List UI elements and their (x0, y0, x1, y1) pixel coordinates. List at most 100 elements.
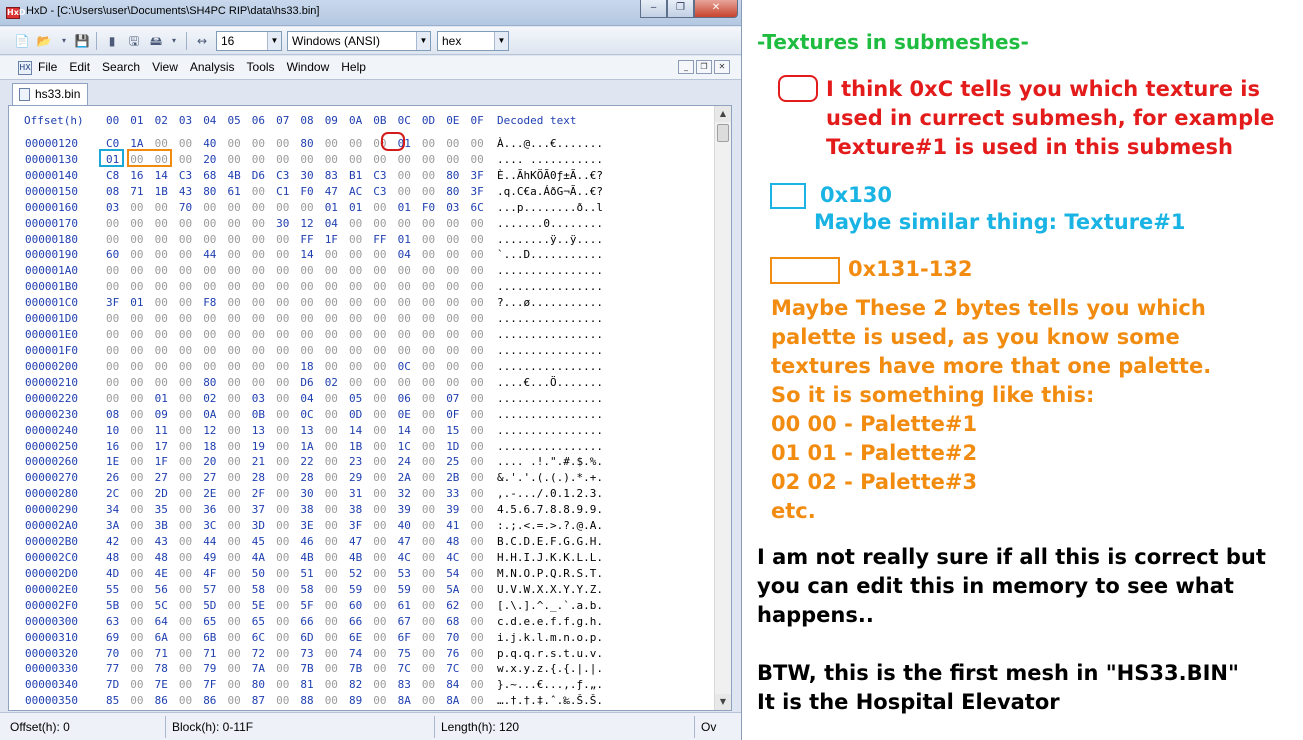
hex-byte[interactable]: 00 (179, 328, 201, 341)
hex-byte[interactable]: 00 (471, 519, 493, 532)
hex-byte[interactable]: 3A (106, 519, 128, 532)
hex-byte[interactable]: 00 (471, 471, 493, 484)
hex-byte[interactable]: 00 (325, 503, 347, 516)
hex-byte[interactable]: 00 (373, 615, 395, 628)
decoded-text[interactable]: H.H.I.J.K.K.L.L. (497, 551, 603, 564)
hex-byte[interactable]: 45 (252, 535, 274, 548)
hex-byte[interactable]: 00 (228, 535, 250, 548)
hex-byte[interactable]: 5E (252, 599, 274, 612)
hex-byte[interactable]: 1A (130, 137, 152, 150)
hex-byte[interactable]: 00 (276, 424, 298, 437)
hex-byte[interactable]: 00 (276, 551, 298, 564)
save-icon[interactable]: 💾 (74, 33, 90, 49)
hex-byte[interactable]: 00 (325, 615, 347, 628)
hex-byte[interactable]: 00 (155, 280, 177, 293)
hex-byte[interactable]: 00 (130, 344, 152, 357)
decoded-text[interactable]: ,.-.../.0.1.2.3. (497, 487, 603, 500)
hex-byte[interactable]: 02 (203, 392, 225, 405)
hex-byte[interactable]: 27 (155, 471, 177, 484)
hex-byte[interactable]: 33 (446, 487, 468, 500)
close-button[interactable]: ✕ (694, 0, 738, 18)
ram-editor-icon[interactable]: 🖫 (126, 33, 142, 49)
hex-byte[interactable]: 00 (276, 519, 298, 532)
hex-byte[interactable]: 00 (373, 280, 395, 293)
hex-byte[interactable]: 00 (471, 455, 493, 468)
hex-byte[interactable]: 00 (130, 631, 152, 644)
hex-byte[interactable]: 00 (130, 662, 152, 675)
hex-byte[interactable]: 11 (155, 424, 177, 437)
hex-byte[interactable]: 00 (276, 264, 298, 277)
hex-byte[interactable]: 22 (300, 455, 322, 468)
hex-byte[interactable]: 00 (422, 662, 444, 675)
hex-byte[interactable]: 00 (325, 535, 347, 548)
hex-byte[interactable]: C1 (276, 185, 298, 198)
hex-byte[interactable]: 00 (446, 233, 468, 246)
hex-byte[interactable]: 00 (179, 471, 201, 484)
hex-byte[interactable]: 00 (373, 153, 395, 166)
menu-tools[interactable]: Tools (247, 60, 275, 74)
hex-byte[interactable]: 6F (398, 631, 420, 644)
hex-byte[interactable]: 00 (276, 615, 298, 628)
hex-byte[interactable]: 00 (228, 296, 250, 309)
hex-byte[interactable]: 00 (422, 137, 444, 150)
hex-byte[interactable]: 00 (228, 647, 250, 660)
hex-byte[interactable]: 00 (130, 248, 152, 261)
hex-byte[interactable]: 4C (446, 551, 468, 564)
hex-byte[interactable]: 00 (300, 344, 322, 357)
hex-byte[interactable]: 00 (471, 535, 493, 548)
hex-byte[interactable]: 71 (155, 647, 177, 660)
hex-byte[interactable]: 00 (471, 424, 493, 437)
hex-byte[interactable]: 00 (325, 678, 347, 691)
hex-byte[interactable]: 00 (325, 408, 347, 421)
hex-byte[interactable]: 00 (300, 280, 322, 293)
hex-byte[interactable]: 00 (422, 233, 444, 246)
hex-byte[interactable]: 00 (130, 217, 152, 230)
hex-byte[interactable]: 00 (179, 344, 201, 357)
hex-byte[interactable]: 00 (325, 631, 347, 644)
hex-byte[interactable]: 1F (325, 233, 347, 246)
hex-byte[interactable]: 00 (130, 153, 152, 166)
decoded-text[interactable]: ................ (497, 264, 603, 277)
hex-byte[interactable]: 23 (349, 455, 371, 468)
hex-byte[interactable]: 7B (300, 662, 322, 675)
hex-byte[interactable]: 00 (300, 296, 322, 309)
hex-byte[interactable]: 00 (252, 328, 274, 341)
hex-byte[interactable]: 59 (349, 583, 371, 596)
hex-byte[interactable]: 00 (252, 233, 274, 246)
hex-byte[interactable]: 39 (398, 503, 420, 516)
hex-byte[interactable]: 00 (373, 312, 395, 325)
hex-byte[interactable]: 00 (228, 264, 250, 277)
hex-byte[interactable]: 00 (422, 376, 444, 389)
hex-byte[interactable]: 00 (179, 408, 201, 421)
hex-byte[interactable]: 00 (349, 328, 371, 341)
hex-byte[interactable]: 00 (252, 185, 274, 198)
hex-byte[interactable]: 00 (325, 392, 347, 405)
hex-byte[interactable]: 00 (422, 185, 444, 198)
hex-byte[interactable]: F8 (203, 296, 225, 309)
hex-byte[interactable]: 51 (300, 567, 322, 580)
hex-byte[interactable]: 87 (252, 694, 274, 707)
hex-byte[interactable]: 00 (228, 599, 250, 612)
hex-byte[interactable]: 01 (398, 201, 420, 214)
hex-byte[interactable]: 00 (179, 487, 201, 500)
hex-byte[interactable]: 59 (398, 583, 420, 596)
hex-byte[interactable]: 00 (471, 248, 493, 261)
hex-byte[interactable]: 00 (300, 264, 322, 277)
hex-byte[interactable]: 00 (276, 296, 298, 309)
hex-byte[interactable]: 46 (300, 535, 322, 548)
hex-byte[interactable]: 13 (300, 424, 322, 437)
hex-byte[interactable]: 55 (106, 583, 128, 596)
hex-byte[interactable]: 5C (155, 599, 177, 612)
scroll-down-icon[interactable]: ▼ (715, 694, 731, 710)
hex-byte[interactable]: 00 (349, 248, 371, 261)
decoded-text[interactable]: `...D........... (497, 248, 603, 261)
hex-byte[interactable]: 88 (300, 694, 322, 707)
hex-byte[interactable]: 0D (349, 408, 371, 421)
hex-byte[interactable]: 00 (203, 217, 225, 230)
hex-byte[interactable]: 00 (325, 153, 347, 166)
hex-byte[interactable]: 66 (300, 615, 322, 628)
decoded-text[interactable]: M.N.O.P.Q.R.S.T. (497, 567, 603, 580)
hex-byte[interactable]: 2D (155, 487, 177, 500)
hex-byte[interactable]: 00 (276, 567, 298, 580)
hex-byte[interactable]: 00 (349, 264, 371, 277)
